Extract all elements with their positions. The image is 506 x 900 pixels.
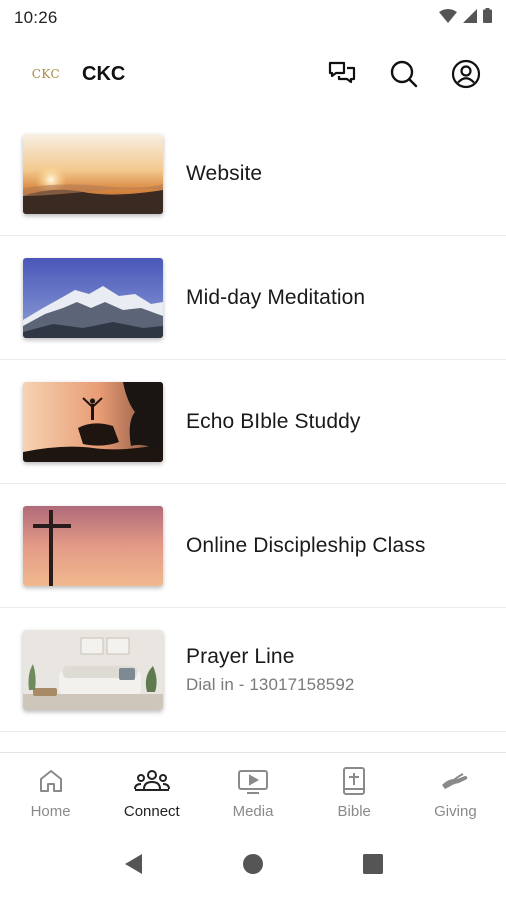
list-item-prayer-line[interactable]: Prayer Line Dial in - 13017158592 <box>0 608 506 732</box>
search-icon <box>389 59 419 94</box>
list-item-mid-day-meditation[interactable]: Mid-day Meditation <box>0 236 506 360</box>
nav-label: Bible <box>337 803 371 820</box>
signal-icon <box>463 8 477 28</box>
logo: CKC <box>31 67 61 81</box>
profile-button[interactable] <box>446 56 486 96</box>
search-button[interactable] <box>384 56 424 96</box>
item-text: Online Discipleship Class <box>186 534 425 558</box>
recents-button[interactable] <box>359 852 387 880</box>
nav-label: Giving <box>434 803 477 820</box>
item-text: Prayer Line Dial in - 13017158592 <box>186 645 354 695</box>
home-system-button[interactable] <box>239 852 267 880</box>
item-subtitle: Dial in - 13017158592 <box>186 674 355 694</box>
back-icon <box>122 852 144 881</box>
nav-label: Media <box>232 803 274 820</box>
nav-giving[interactable]: Giving <box>405 753 506 832</box>
thumbnail-person-on-rock <box>23 381 163 462</box>
nav-home[interactable]: Home <box>0 753 101 832</box>
item-title: Website <box>186 161 263 185</box>
bible-icon <box>341 765 367 797</box>
app-header: CKC CKC <box>0 42 506 106</box>
thumbnail-cross <box>23 505 163 586</box>
list-item-online-discipleship-class[interactable]: Online Discipleship Class <box>0 484 506 608</box>
status-time: 10:26 <box>14 8 58 27</box>
back-button[interactable] <box>119 852 147 880</box>
square-icon <box>362 853 384 880</box>
list-item-website[interactable]: Website <box>0 112 506 236</box>
item-title: Online Discipleship Class <box>186 533 426 557</box>
nav-connect[interactable]: Connect <box>101 753 202 832</box>
nav-bible[interactable]: Bible <box>304 753 405 832</box>
chat-icon <box>327 59 357 94</box>
account-icon <box>451 59 481 94</box>
item-text: Website <box>186 162 262 186</box>
item-title: Echo BIble Studdy <box>186 409 361 433</box>
item-text: Echo BIble Studdy <box>186 410 360 434</box>
giving-icon <box>439 765 471 797</box>
media-icon <box>237 765 269 797</box>
nav-label: Home <box>30 803 71 820</box>
status-bar: 10:26 <box>0 0 506 36</box>
nav-media[interactable]: Media <box>202 753 303 832</box>
connect-list: Website Mid-day Meditation Echo BIble St… <box>0 112 506 754</box>
list-end-divider <box>0 732 506 754</box>
item-title: Mid-day Meditation <box>186 285 366 309</box>
home-icon <box>37 765 65 797</box>
messages-button[interactable] <box>322 56 362 96</box>
thumbnail-sunset <box>23 133 163 214</box>
thumbnail-living-room <box>23 629 163 710</box>
item-text: Mid-day Meditation <box>186 286 365 310</box>
system-nav <box>0 832 506 900</box>
nav-label: Connect <box>123 803 180 820</box>
bottom-nav: Home Connect Media Bible Giving <box>0 752 506 832</box>
header-actions <box>322 56 486 96</box>
battery-icon <box>483 8 492 28</box>
circle-icon <box>242 853 264 880</box>
item-title: Prayer Line <box>186 644 295 668</box>
wifi-icon <box>439 8 457 28</box>
app-title: CKC <box>82 62 126 85</box>
status-icons <box>439 8 492 28</box>
thumbnail-mountains <box>23 257 163 338</box>
list-item-echo-bible-study[interactable]: Echo BIble Studdy <box>0 360 506 484</box>
people-icon <box>133 765 170 797</box>
